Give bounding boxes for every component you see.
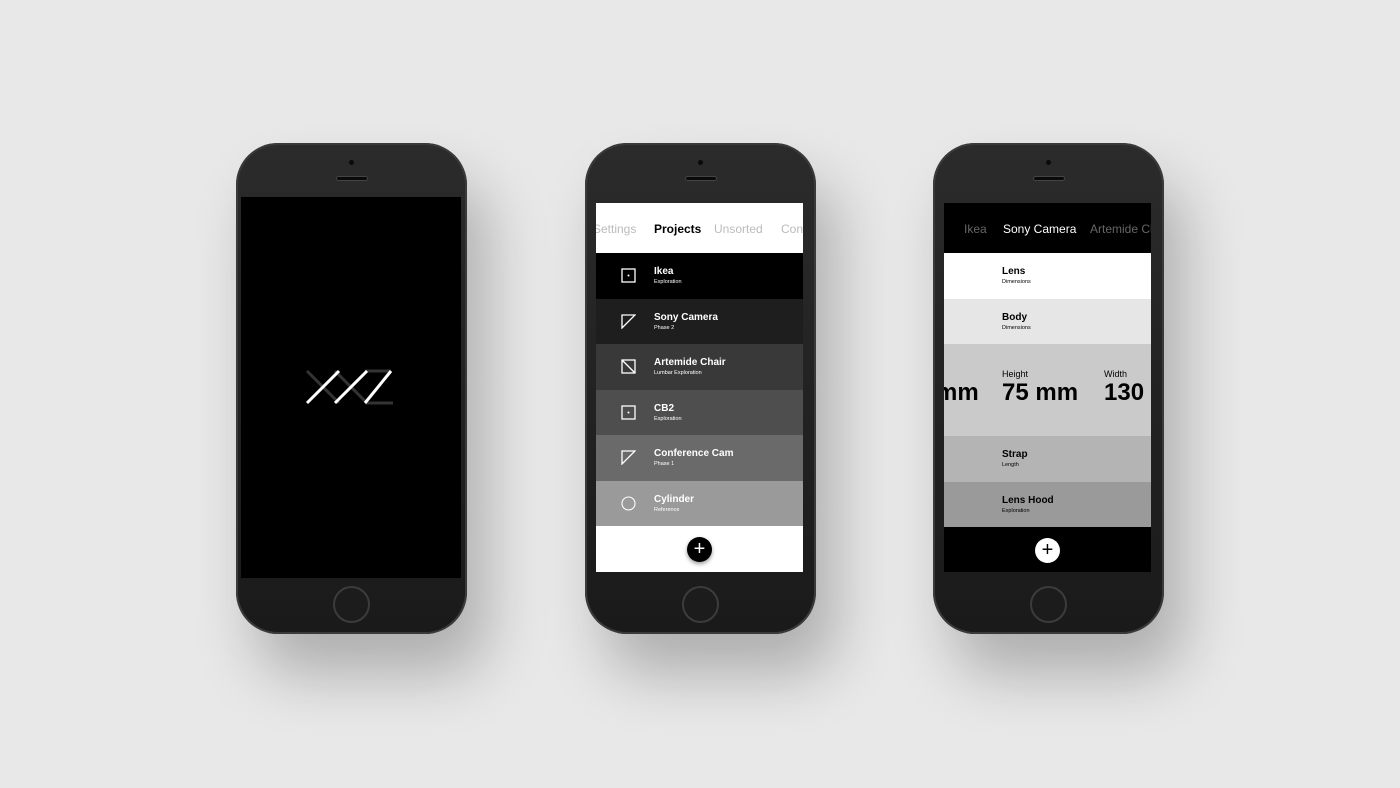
list-item[interactable]: Cylinder Reference bbox=[596, 480, 803, 526]
item-subtitle: Phase 1 bbox=[654, 461, 675, 467]
tab-bar: Settings Projects Unsorted Con bbox=[596, 203, 803, 253]
item-title: Sony Camera bbox=[654, 311, 718, 323]
width-label: Width bbox=[1104, 369, 1128, 379]
detail-screen: Ikea Sony Camera Artemide Cl Lens Dimensi… bbox=[944, 203, 1151, 572]
list-item[interactable]: Strap Length bbox=[944, 436, 1151, 482]
square-dot-icon bbox=[621, 268, 636, 283]
triangle-icon bbox=[621, 313, 636, 329]
speaker bbox=[685, 176, 717, 181]
phone-detail: Ikea Sony Camera Artemide Cl Lens Dimensi… bbox=[933, 143, 1164, 634]
add-item-button[interactable]: + bbox=[1035, 538, 1060, 563]
width-value: 130 bbox=[1104, 379, 1145, 406]
tab-settings[interactable]: Settings bbox=[596, 222, 636, 236]
home-button[interactable] bbox=[1030, 586, 1067, 623]
item-subtitle: Dimensions bbox=[1002, 324, 1031, 331]
tab-ikea[interactable]: Ikea bbox=[964, 222, 987, 236]
height-value: 75 mm bbox=[1002, 379, 1079, 406]
add-project-button[interactable]: + bbox=[687, 537, 712, 562]
item-subtitle: Dimensions bbox=[1002, 279, 1031, 285]
item-title: Body bbox=[1002, 311, 1027, 323]
phone-projects: Settings Projects Unsorted Con Ikea Explo… bbox=[585, 143, 816, 634]
tab-unsorted[interactable]: Unsorted bbox=[714, 222, 763, 236]
tab-sony-camera[interactable]: Sony Camera bbox=[1003, 222, 1076, 236]
list-item[interactable]: Sony Camera Phase 2 bbox=[596, 298, 803, 344]
item-subtitle: Exploration bbox=[1002, 507, 1030, 514]
tab-artemide[interactable]: Artemide Cl bbox=[1090, 222, 1151, 236]
list-item[interactable]: Body Dimensions bbox=[944, 298, 1151, 344]
home-button[interactable] bbox=[333, 586, 370, 623]
footer: + bbox=[596, 526, 803, 572]
home-button[interactable] bbox=[682, 586, 719, 623]
measurement-panel[interactable]: mm Height 75 mm Width 130 bbox=[944, 344, 1151, 436]
list-item[interactable]: Artemide Chair Lumbar Exploration bbox=[596, 344, 803, 390]
square-dot-icon bbox=[621, 404, 636, 420]
list-item[interactable]: Conference Cam Phase 1 bbox=[596, 435, 803, 481]
footer: + bbox=[944, 527, 1151, 572]
item-title: Strap bbox=[1002, 449, 1028, 460]
speaker bbox=[336, 176, 368, 181]
item-title: Conference Cam bbox=[654, 448, 734, 459]
tab-con[interactable]: Con bbox=[781, 222, 803, 236]
speaker bbox=[1033, 176, 1065, 181]
item-subtitle: Lumbar Exploration bbox=[654, 370, 702, 376]
item-subtitle: Exploration bbox=[654, 279, 682, 285]
item-subtitle: Reference bbox=[654, 506, 680, 513]
item-title: Cylinder bbox=[654, 493, 695, 505]
item-subtitle: Exploration bbox=[654, 415, 682, 422]
splash-screen bbox=[241, 197, 461, 578]
tab-bar: Ikea Sony Camera Artemide Cl bbox=[944, 203, 1151, 253]
front-camera bbox=[1046, 160, 1051, 165]
item-subtitle: Phase 2 bbox=[654, 324, 675, 331]
list-item[interactable]: Lens Hood Exploration bbox=[944, 481, 1151, 527]
item-title: Ikea bbox=[654, 266, 674, 277]
item-title: Artemide Chair bbox=[654, 357, 726, 368]
triangle-icon bbox=[621, 450, 636, 465]
item-title: CB2 bbox=[654, 402, 675, 414]
square-diagonal-icon bbox=[621, 359, 636, 374]
item-title: Lens Hood bbox=[1002, 494, 1054, 506]
xyz-logo bbox=[305, 369, 393, 405]
item-subtitle: Length bbox=[1002, 462, 1019, 468]
front-camera bbox=[349, 160, 354, 165]
list-item[interactable]: CB2 Exploration bbox=[596, 389, 803, 435]
height-label: Height bbox=[1002, 369, 1029, 379]
list-item[interactable]: Lens Dimensions bbox=[944, 253, 1151, 299]
item-title: Lens bbox=[1002, 266, 1026, 277]
projects-screen: Settings Projects Unsorted Con Ikea Explo… bbox=[596, 203, 803, 572]
prev-value: mm bbox=[944, 379, 979, 406]
tab-projects[interactable]: Projects bbox=[654, 222, 701, 236]
list-item[interactable]: Ikea Exploration bbox=[596, 253, 803, 299]
phone-splash bbox=[236, 143, 467, 634]
front-camera bbox=[698, 160, 703, 165]
circle-icon bbox=[621, 495, 636, 511]
